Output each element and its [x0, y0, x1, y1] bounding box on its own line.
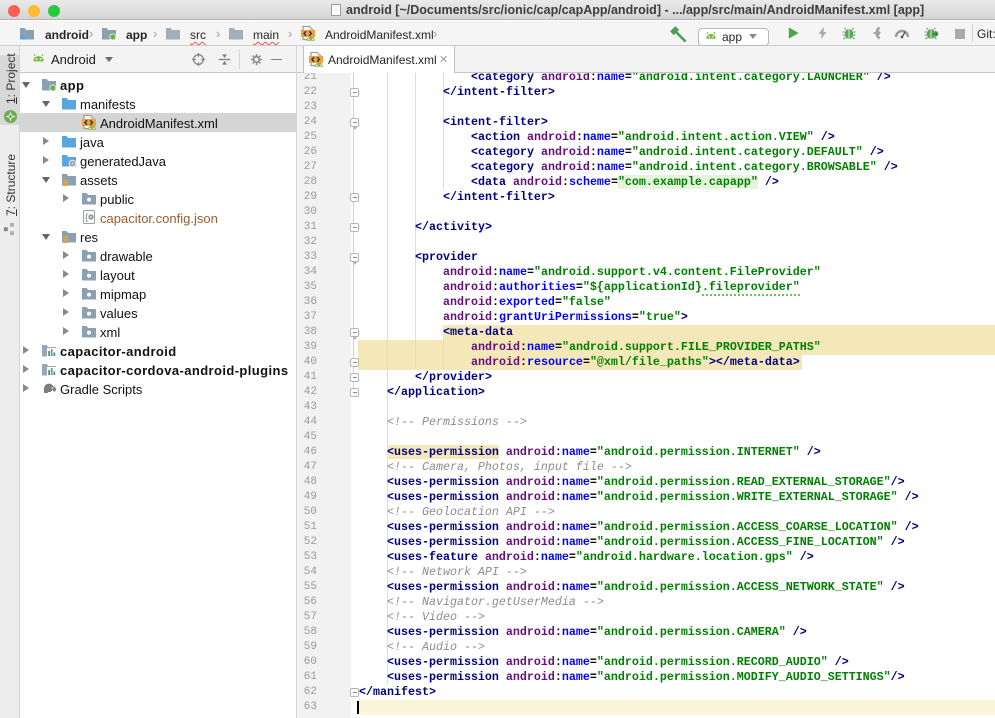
- svg-text:{: {: [85, 212, 88, 222]
